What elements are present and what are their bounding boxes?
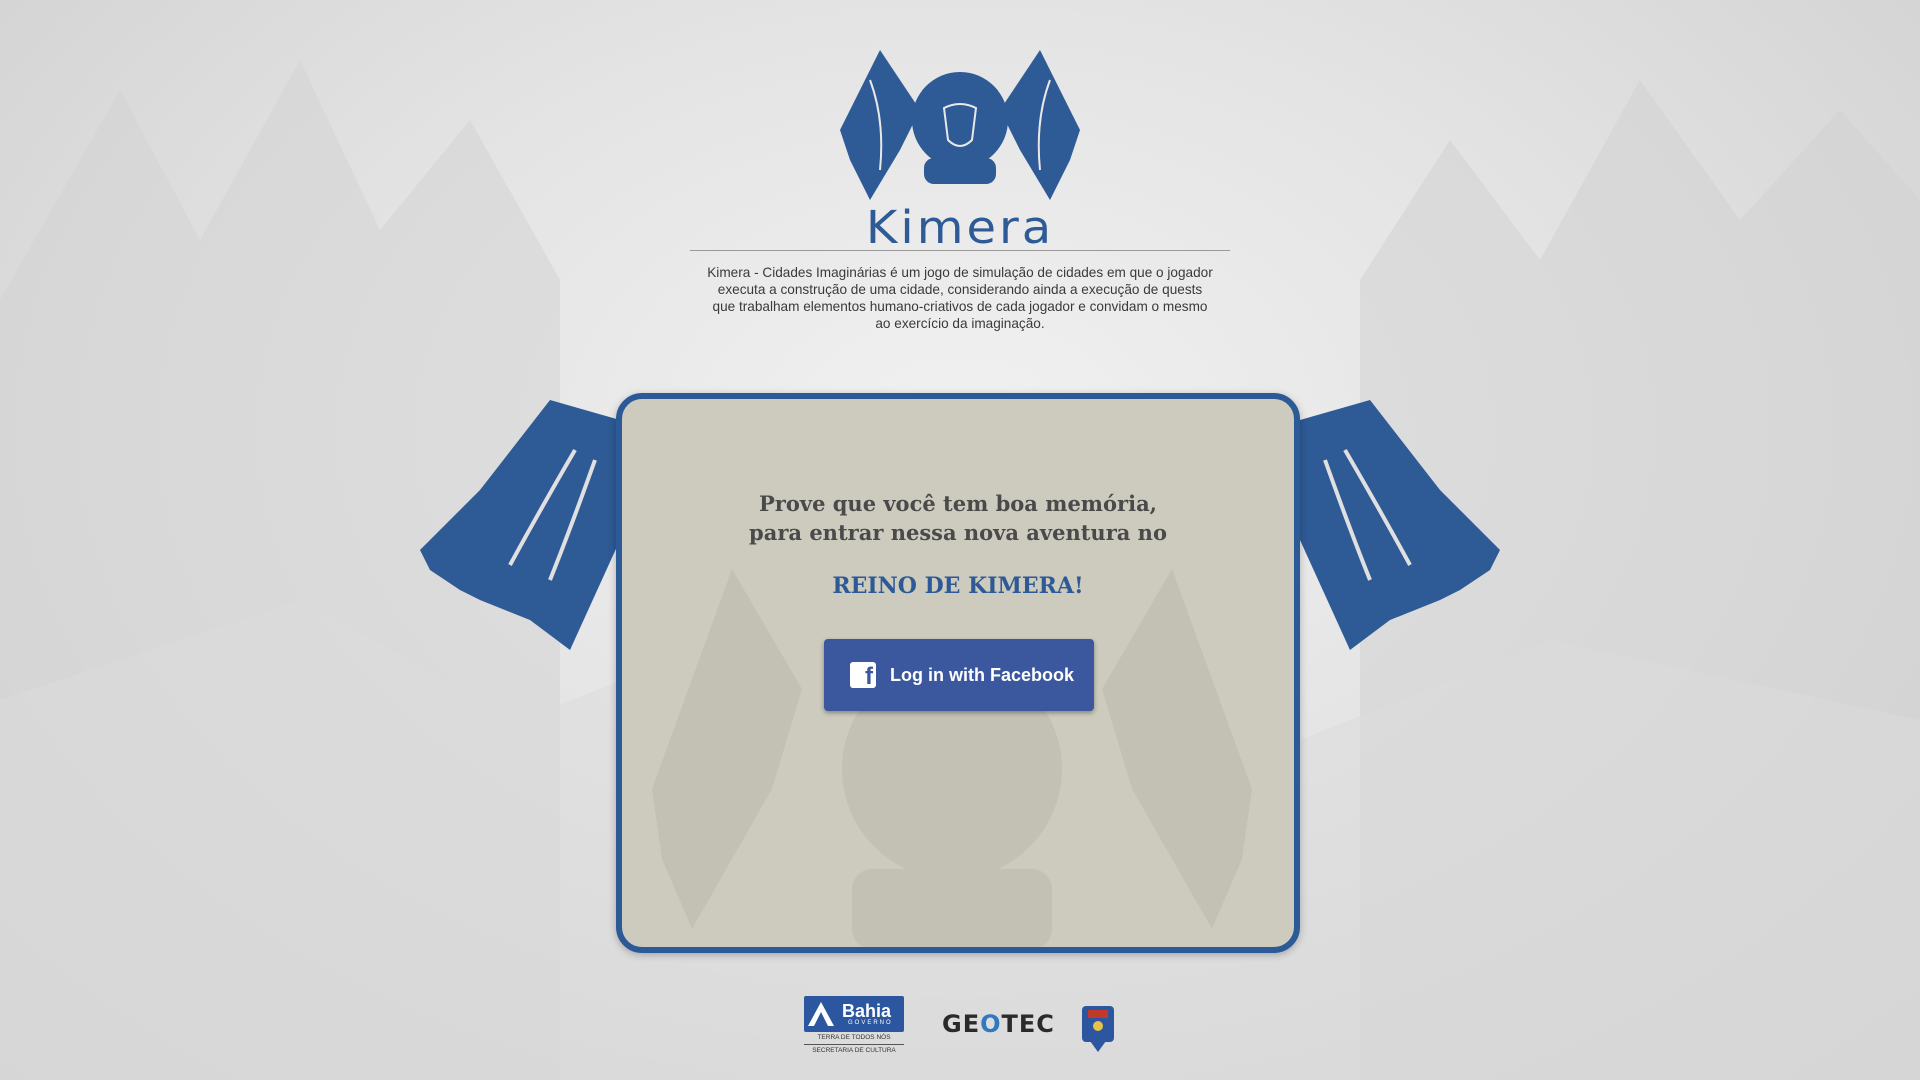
bahia-name: Bahia: [842, 1001, 892, 1021]
header-divider: [690, 250, 1230, 251]
facebook-login-button[interactable]: f Log in with Facebook: [824, 639, 1094, 711]
bahia-logo[interactable]: Bahia GOVERNO: [804, 996, 904, 1032]
geotec-logo[interactable]: GEOTEC: [942, 1010, 1055, 1038]
bahia-divider: [804, 1044, 904, 1045]
title-line-2: para entrar nessa nova aventura no: [749, 520, 1167, 545]
bahia-tagline: TERRA DE TODOS NÓS: [817, 1034, 891, 1041]
logo-wordmark: Kimera: [865, 201, 1055, 255]
university-crest-icon[interactable]: [1076, 1000, 1120, 1056]
bahia-emblem-icon: [808, 1002, 834, 1026]
facebook-icon: f: [850, 662, 876, 690]
geotec-name-part3: TEC: [1001, 1010, 1055, 1038]
facebook-login-label: Log in with Facebook: [890, 664, 1074, 685]
geotec-name-part1: GE: [942, 1010, 981, 1038]
sponsor-footer: Bahia GOVERNO TERRA DE TODOS NÓS SECRETA…: [800, 992, 1130, 1058]
bahia-subtitle: GOVERNO: [848, 1020, 893, 1026]
login-card-title: Prove que você tem boa memória, para ent…: [622, 489, 1294, 547]
geotec-globe: O: [980, 1010, 1002, 1038]
login-card: Prove que você tem boa memória, para ent…: [616, 393, 1300, 953]
kingdom-heading: REINO DE KIMERA!: [832, 573, 1084, 599]
title-line-1: Prove que você tem boa memória,: [759, 491, 1157, 516]
dragon-watermark-icon: [652, 569, 1252, 947]
dragon-crest-icon: [840, 50, 1080, 200]
game-description: Kimera - Cidades Imaginárias é um jogo d…: [707, 265, 1213, 331]
bahia-department: SECRETARIA DE CULTURA: [812, 1047, 896, 1054]
kimera-logo[interactable]: Kimera: [840, 40, 1080, 255]
